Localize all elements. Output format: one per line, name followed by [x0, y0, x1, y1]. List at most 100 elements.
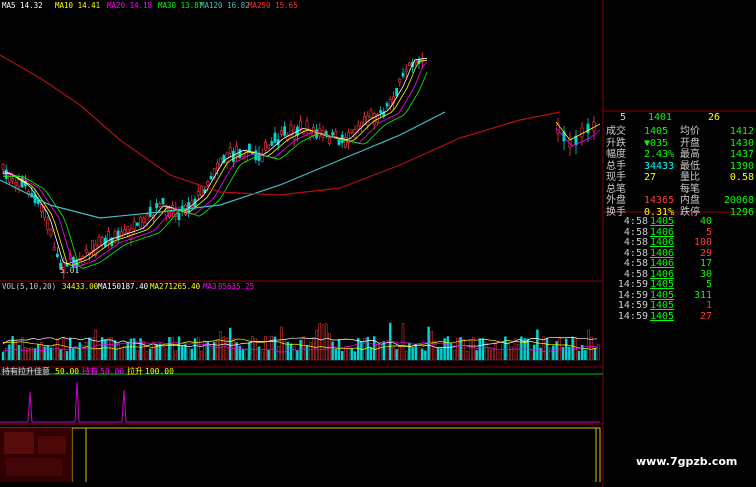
volume-bar	[78, 342, 82, 361]
volume-bar	[244, 348, 248, 361]
volume-bar	[398, 346, 402, 361]
indicator-value-1: 50.00	[55, 367, 79, 376]
volume-bar	[395, 349, 398, 361]
volume-bar	[472, 337, 475, 361]
volume-bar	[257, 346, 261, 361]
candlestick[interactable]	[139, 215, 143, 229]
volume-bar	[104, 339, 107, 361]
volume-bar	[500, 341, 504, 361]
quote-label: 总手	[606, 160, 626, 172]
volume-bar	[401, 323, 405, 361]
volume-bar	[321, 324, 325, 361]
quote-label: 最高	[680, 149, 700, 160]
volume-bar	[65, 351, 69, 361]
quote-value: 34433	[644, 160, 675, 172]
volume-bar	[340, 351, 344, 361]
volume-bar	[75, 347, 78, 361]
volume-bar	[123, 345, 126, 361]
volume-bar	[129, 338, 133, 361]
quote-label: 均价	[680, 126, 700, 137]
volume-bar	[532, 344, 536, 361]
candlestick[interactable]	[238, 148, 242, 159]
volume-bar	[596, 344, 600, 361]
candlestick[interactable]	[222, 153, 226, 165]
tick-time: 14:59	[617, 310, 648, 322]
volume-bar	[497, 351, 501, 361]
volume-bar	[216, 339, 219, 361]
volume-bar	[126, 342, 130, 361]
volume-bar	[452, 349, 456, 361]
volume-bar	[180, 345, 184, 361]
volume-bar	[494, 342, 498, 361]
volume-bar	[187, 348, 190, 361]
volume-bar	[350, 348, 354, 361]
site-watermark: www.7gpzb.com	[636, 455, 738, 468]
indicator-value-2: 50.00	[100, 367, 124, 376]
volume-bar	[568, 346, 571, 361]
volume-bar	[113, 340, 117, 361]
volume-bar	[331, 341, 334, 361]
volume-bar	[94, 329, 98, 361]
ma-legend-ma10: MA10 14.41	[55, 1, 100, 10]
candlestick[interactable]	[267, 144, 271, 149]
volume-bar	[107, 337, 110, 361]
ma-legend-ma30: MA30 13.87	[158, 1, 203, 10]
volume-bar	[193, 338, 197, 361]
ma-legend-ma20: MA20 14.18	[107, 1, 153, 10]
indicator-label-2: 持有	[82, 366, 98, 376]
vol-ma3-value: 85635.25	[218, 282, 254, 291]
volume-bar	[308, 341, 312, 361]
volume-bar	[446, 336, 450, 361]
volume-bar	[241, 349, 245, 361]
volume-bar	[152, 341, 155, 361]
quote-value: 20068	[723, 195, 754, 206]
vol-ma2-value: 71265.40	[164, 282, 201, 291]
volume-bar	[116, 342, 120, 361]
volume-bar	[264, 336, 267, 361]
volume-bar	[296, 350, 299, 361]
quote-label: 幅度	[606, 149, 626, 160]
quote-row: 幅度 2.43% 最高 1437	[604, 149, 756, 161]
volume-bar	[491, 349, 494, 361]
quote-row: 外盘 14365 内盘 20068	[604, 195, 756, 207]
volume-bar	[1, 351, 5, 361]
quote-value: 1437	[729, 149, 754, 160]
volume-bar	[507, 342, 510, 361]
volume-bar	[475, 350, 478, 361]
volume-bar	[420, 348, 424, 361]
quote-label: 最低	[680, 160, 700, 172]
ma-legend-ma250: MA250 15.65	[248, 1, 298, 10]
tick-volume: 27	[699, 310, 712, 322]
volume-bar	[97, 348, 101, 361]
volume-bar	[219, 331, 222, 361]
logo-watermark	[0, 428, 72, 482]
candlestick[interactable]	[375, 112, 379, 124]
volume-bar	[292, 346, 296, 361]
volume-bar	[552, 345, 555, 361]
quote-value: 0.58	[729, 172, 754, 183]
volume-bar	[529, 349, 533, 361]
quote-value: 2.43%	[644, 149, 675, 160]
volume-bar	[353, 351, 357, 361]
volume-bar	[52, 344, 56, 361]
volume-bar	[481, 338, 485, 361]
quote-row: 总笔 每笔	[604, 184, 756, 196]
volume-bar	[248, 342, 251, 361]
quote-value: 1390	[729, 160, 754, 172]
candlestick[interactable]	[136, 222, 139, 227]
volume-bar	[164, 348, 168, 361]
volume-bar	[436, 347, 440, 361]
volume-bar	[200, 350, 203, 361]
volume-bar	[318, 322, 322, 361]
quote-row: 成交 1405 均价 1412	[604, 126, 756, 138]
volume-bar	[372, 336, 376, 361]
volume-bar	[385, 340, 389, 361]
volume-bar	[302, 336, 306, 361]
volume-bar	[299, 339, 302, 361]
volume-bar	[379, 342, 382, 361]
quote-header-right: 26	[708, 112, 721, 123]
volume-bar	[276, 345, 280, 361]
volume-bar	[392, 347, 395, 361]
volume-bar	[222, 336, 226, 361]
volume-bar	[289, 343, 293, 361]
